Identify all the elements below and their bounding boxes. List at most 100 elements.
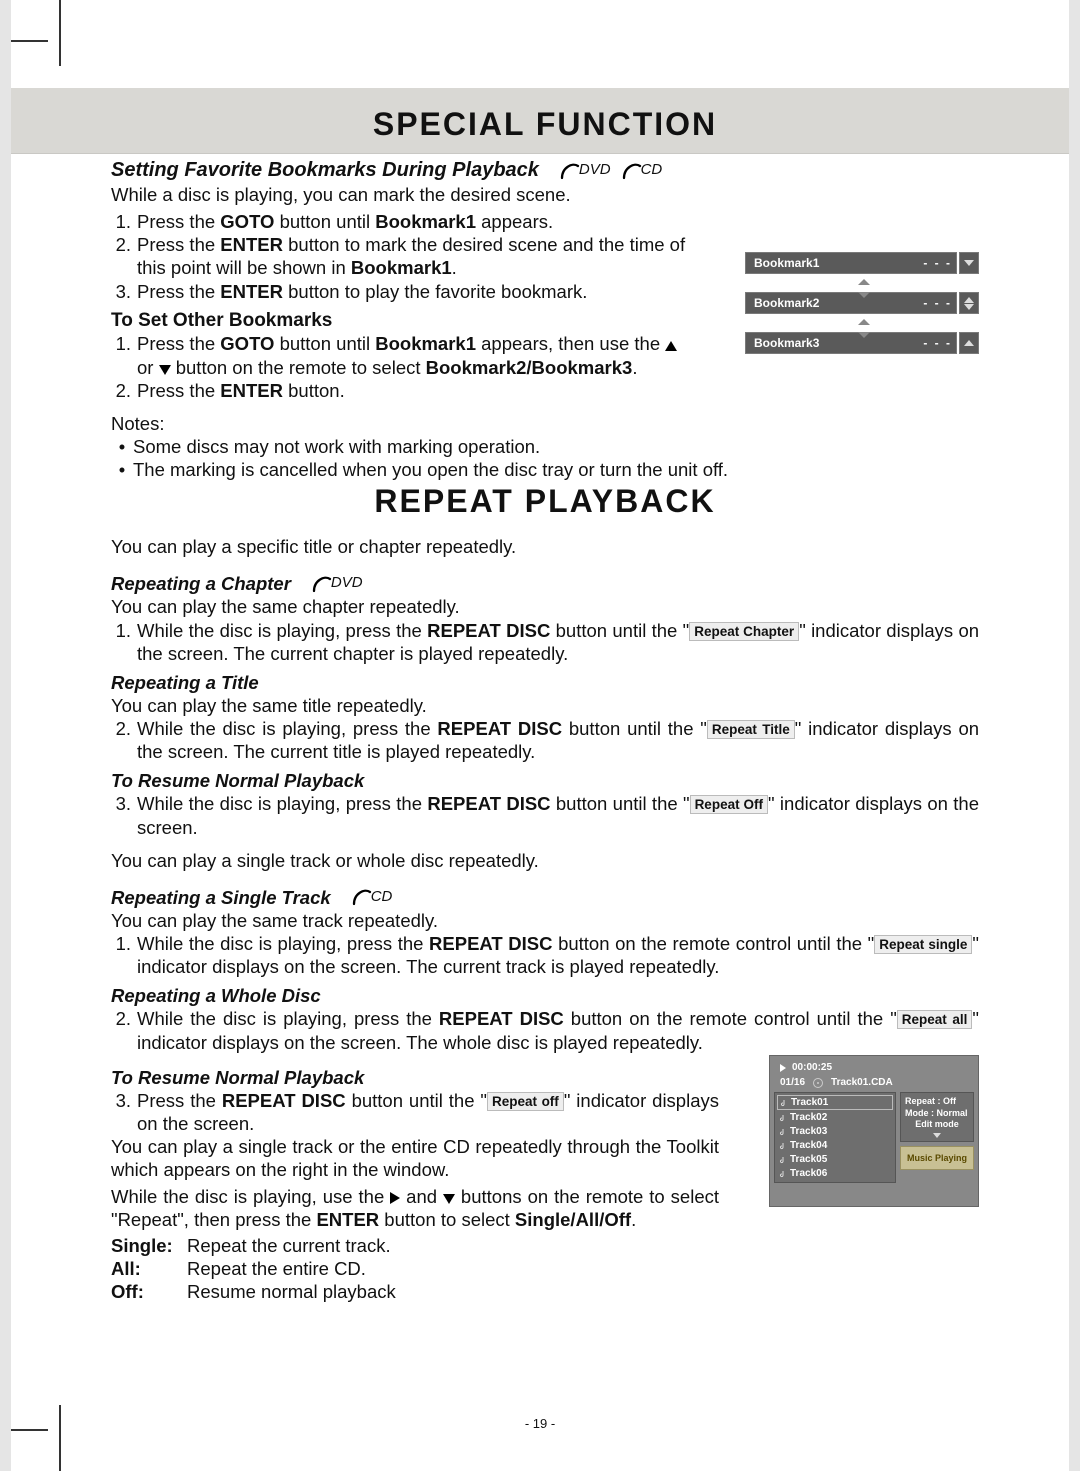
dvd-label: DVD <box>331 574 363 593</box>
bookmark-nav-button <box>959 252 979 274</box>
bookmark-label: Bookmark3 <box>754 336 819 350</box>
cd-icon: CD <box>351 886 393 908</box>
note-text: Some discs may not work with marking ope… <box>133 435 540 458</box>
sub-repeat-single-track: Repeating a Single Track <box>111 886 331 909</box>
bookmark-row: Bookmark3 - - - <box>745 332 957 354</box>
toolkit-time: 00:00:25 <box>792 1062 832 1073</box>
step-number: 3. <box>111 280 137 303</box>
step-text: While the disc is playing, press the REP… <box>137 932 979 978</box>
toolkit-edit-mode: Edit mode <box>905 1119 969 1131</box>
dvd-icon: DVD <box>559 160 611 182</box>
note-icon <box>779 1170 787 1178</box>
note-icon <box>779 1114 787 1122</box>
subheading-bookmarks: Setting Favorite Bookmarks During Playba… <box>111 158 539 183</box>
toolkit-track-item: Track01 <box>777 1095 893 1110</box>
def-label-single: Single: <box>111 1234 187 1257</box>
step-number: 3. <box>111 1089 137 1135</box>
bullet: • <box>111 458 133 481</box>
disc-icon <box>813 1078 823 1088</box>
toolkit-info-panel: Repeat : Off Mode : Normal Edit mode <box>900 1092 974 1142</box>
note-icon <box>779 1156 787 1164</box>
step-number: 2. <box>111 1007 137 1053</box>
cd-toolkit-osd: 00:00:25 01/16Track01.CDA Track01 Track0… <box>769 1055 979 1207</box>
down-arrow-icon <box>933 1133 941 1138</box>
toolkit-playing-badge: Music Playing <box>900 1146 974 1170</box>
step-text: While the disc is playing, press the REP… <box>137 1007 979 1053</box>
bookmark-label: Bookmark2 <box>754 296 819 310</box>
note-icon <box>779 1128 787 1136</box>
step-number: 2. <box>111 233 137 279</box>
step-number: 1. <box>111 210 137 233</box>
up-arrow-icon <box>964 297 974 303</box>
step-text: Press the GOTO button until Bookmark1 ap… <box>137 332 689 378</box>
down-arrow-icon <box>159 365 171 375</box>
up-arrow-icon <box>858 319 870 325</box>
step-text: Press the ENTER button to mark the desir… <box>137 233 689 279</box>
step-text: Press the ENTER button. <box>137 379 689 402</box>
note-text: The marking is cancelled when you open t… <box>133 458 728 481</box>
toolkit-track-item: Track05 <box>777 1153 893 1166</box>
bookmarks-intro: While a disc is playing, you can mark th… <box>111 183 689 206</box>
dvd-label: DVD <box>579 161 611 180</box>
repeat-intro: You can play a specific title or chapter… <box>111 535 979 558</box>
toolkit-text-b: While the disc is playing, use the and b… <box>111 1185 719 1231</box>
right-arrow-icon <box>390 1192 400 1204</box>
crop-mark <box>59 0 61 66</box>
indicator-repeat-all: Repeat all <box>897 1010 973 1029</box>
indicator-repeat-title: Repeat Title <box>707 720 795 739</box>
step-text: While the disc is playing, press the REP… <box>137 619 979 665</box>
step-text: While the disc is playing, press the REP… <box>137 717 979 763</box>
step-number: 1. <box>111 332 137 378</box>
up-arrow-icon <box>665 341 677 351</box>
step-text: Press the ENTER button to play the favor… <box>137 280 689 303</box>
toolkit-text-a: You can play a single track or the entir… <box>111 1135 719 1181</box>
play-icon <box>780 1064 786 1072</box>
indicator-repeat-chapter: Repeat Chapter <box>689 622 799 641</box>
bookmark-value: - - - <box>923 296 952 310</box>
def-label-off: Off: <box>111 1280 187 1303</box>
section-title-repeat: REPEAT PLAYBACK <box>111 481 979 521</box>
toolkit-track-item: Track06 <box>777 1167 893 1180</box>
up-arrow-icon <box>964 340 974 346</box>
toolkit-track-item: Track04 <box>777 1139 893 1152</box>
step-text: While the disc is playing, press the REP… <box>137 792 979 838</box>
crop-mark <box>11 40 48 42</box>
down-arrow-icon <box>858 292 870 298</box>
sub-repeat-title: Repeating a Title <box>111 671 979 694</box>
bookmark-value: - - - <box>923 336 952 350</box>
toolkit-track-item: Track02 <box>777 1111 893 1124</box>
toolkit-file: Track01.CDA <box>831 1077 893 1088</box>
cd-label: CD <box>641 161 663 180</box>
cd-label: CD <box>371 888 393 907</box>
step-number: 3. <box>111 792 137 838</box>
step-text: Press the GOTO button until Bookmark1 ap… <box>137 210 689 233</box>
step-number: 2. <box>111 379 137 402</box>
step-number: 2. <box>111 717 137 763</box>
page-number: - 19 - <box>11 1416 1069 1431</box>
note-icon <box>780 1099 788 1107</box>
bookmark-osd: Bookmark1- - - Bookmark2 - - - Bookmark3 -… <box>743 250 981 356</box>
step-number: 1. <box>111 619 137 665</box>
bookmark-nav-button <box>959 292 979 314</box>
up-arrow-icon <box>858 279 870 285</box>
down-arrow-icon <box>443 1194 455 1204</box>
def-value-all: Repeat the entire CD. <box>187 1257 366 1280</box>
indicator-repeat-off2: Repeat off <box>487 1092 564 1111</box>
track-intro: You can play the same track repeatedly. <box>111 909 979 932</box>
dvd-icon: DVD <box>311 573 363 595</box>
sub-repeat-chapter: Repeating a Chapter <box>111 572 291 595</box>
chapter-intro: You can play the same chapter repeatedly… <box>111 595 979 618</box>
indicator-repeat-single: Repeat single <box>874 935 972 954</box>
def-value-single: Repeat the current track. <box>187 1234 391 1257</box>
sub-repeat-whole-disc: Repeating a Whole Disc <box>111 984 979 1007</box>
toolkit-track-item: Track03 <box>777 1125 893 1138</box>
title-intro: You can play the same title repeatedly. <box>111 694 979 717</box>
page: SPECIAL FUNCTION Setting Favorite Bookma… <box>11 0 1069 1471</box>
cd-icon: CD <box>621 160 663 182</box>
bookmark-row: Bookmark1- - - <box>745 252 957 274</box>
single-disc-intro: You can play a single track or whole dis… <box>111 849 979 872</box>
down-arrow-icon <box>964 304 974 310</box>
bullet: • <box>111 435 133 458</box>
bookmark-row: Bookmark2 - - - <box>745 292 957 314</box>
def-value-off: Resume normal playback <box>187 1280 396 1303</box>
